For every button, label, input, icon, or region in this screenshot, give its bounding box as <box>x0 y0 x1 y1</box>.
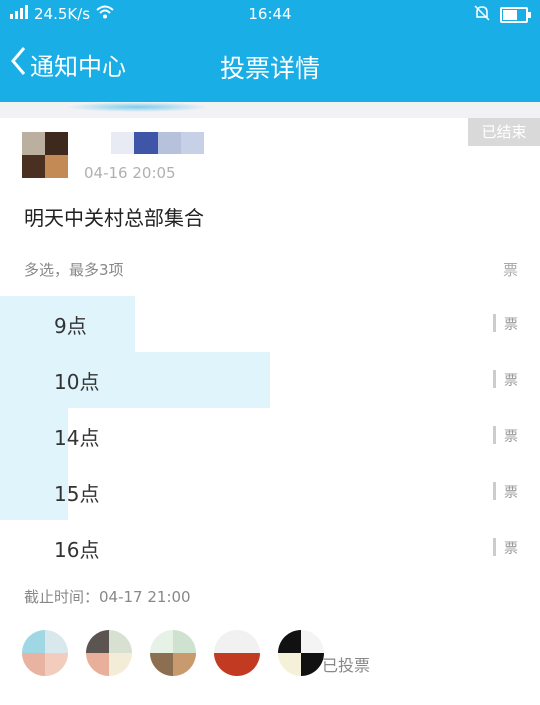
author-name-blurred <box>88 132 205 154</box>
voted-label: 已投票 <box>322 656 371 675</box>
count-marker <box>493 370 496 388</box>
option-label: 10点 <box>54 370 100 394</box>
avatar[interactable] <box>22 132 68 178</box>
poll-option[interactable]: 9点 票 <box>0 296 540 352</box>
count-marker <box>493 314 496 332</box>
battery-icon <box>500 7 531 23</box>
poll-title: 明天中关村总部集合 <box>24 206 204 230</box>
poll-option[interactable]: 16点 票 <box>0 520 540 576</box>
nav-shadow <box>65 102 210 112</box>
poll-hint: 多选，最多3项 <box>24 261 124 279</box>
option-label: 16点 <box>54 538 100 562</box>
option-count: 票 <box>504 541 518 557</box>
option-count: 票 <box>504 317 518 333</box>
count-marker <box>493 538 496 556</box>
option-label: 14点 <box>54 426 100 450</box>
option-count: 票 <box>504 373 518 389</box>
option-count: 票 <box>504 429 518 445</box>
avatar[interactable] <box>214 630 260 676</box>
option-count: 票 <box>504 485 518 501</box>
nav-bar: 通知中心 投票详情 <box>0 30 540 112</box>
option-label: 15点 <box>54 482 100 506</box>
post-timestamp: 04-16 20:05 <box>84 164 176 182</box>
option-bar <box>0 352 270 408</box>
mute-bell-icon <box>474 5 490 25</box>
status-time: 16:44 <box>248 5 292 23</box>
page-title: 投票详情 <box>219 54 320 83</box>
status-badge: 已结束 <box>468 118 540 146</box>
voter-avatars <box>22 630 324 676</box>
status-bar: 24.5K/s 16:44 <box>0 0 540 30</box>
avatar[interactable] <box>22 630 68 676</box>
count-marker <box>493 482 496 500</box>
poll-option[interactable]: 14点 票 <box>0 408 540 464</box>
option-label: 9点 <box>54 314 87 338</box>
avatar[interactable] <box>150 630 196 676</box>
poll-options: 9点 票 10点 票 14点 票 15点 票 16点 票 <box>0 296 540 576</box>
count-marker <box>493 426 496 444</box>
poll-card: 已结束 04-16 20:05 明天中关村总部集合 多选，最多3项 票 9点 票… <box>0 118 540 705</box>
poll-option[interactable]: 10点 票 <box>0 352 540 408</box>
deadline-text: 截止时间：04-17 21:00 <box>24 588 191 606</box>
poll-option[interactable]: 15点 票 <box>0 464 540 520</box>
hint-count: 票 <box>502 261 518 279</box>
avatar[interactable] <box>278 630 324 676</box>
avatar[interactable] <box>86 630 132 676</box>
